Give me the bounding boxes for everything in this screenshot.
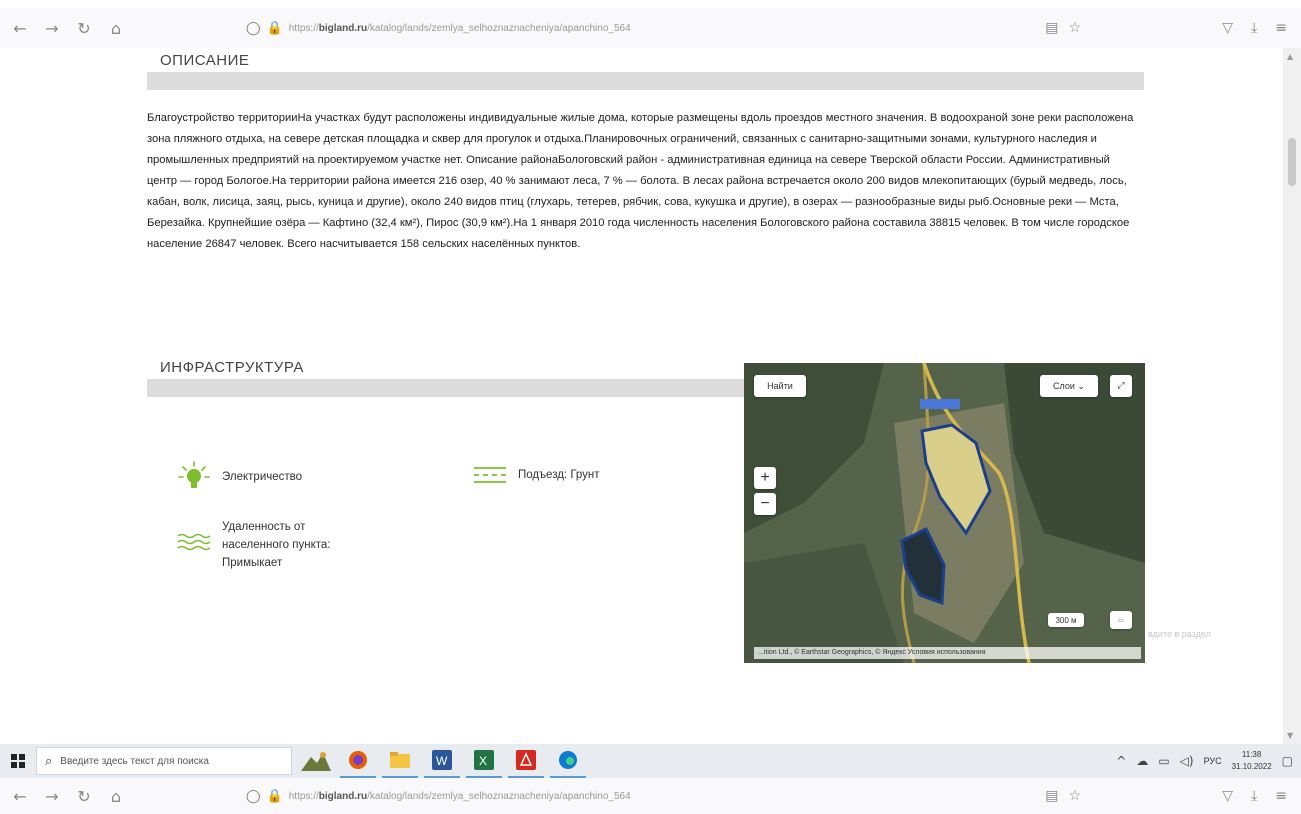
lock-icon: 🔒 — [266, 788, 283, 804]
bookmark-star-icon[interactable]: ☆ — [1068, 20, 1081, 36]
lock-icon: 🔒 — [266, 20, 283, 36]
forward-icon[interactable]: → — [40, 784, 64, 808]
search-icon: ⌕ — [45, 753, 53, 769]
pdf-reader-icon[interactable] — [508, 744, 544, 778]
lightbulb-icon — [176, 460, 212, 494]
reader-view-icon[interactable]: ▤ — [1045, 788, 1058, 804]
infra-distance: Удаленность от населенного пункта: Примы… — [176, 518, 330, 572]
road-icon — [472, 460, 508, 490]
shield-icon: ◯ — [246, 788, 261, 804]
reload-icon[interactable]: ↻ — [72, 784, 96, 808]
windows-taskbar: ⌕ Введите здесь текст для поиска W X ^ ☁… — [0, 744, 1301, 778]
system-tray: ^ ☁ ▭ ◁) РУС 11:38 31.10.2022 ▢ — [1116, 749, 1293, 773]
infra-road: Подъезд: Грунт — [472, 460, 600, 490]
file-explorer-icon[interactable] — [382, 744, 418, 778]
back-icon[interactable]: ← — [8, 16, 32, 40]
scroll-up-icon[interactable]: ▲ — [1287, 52, 1293, 61]
shield-icon: ◯ — [246, 20, 261, 36]
scroll-down-icon[interactable]: ▼ — [1287, 731, 1293, 740]
home-icon[interactable]: ⌂ — [104, 784, 128, 808]
infra-electricity: Электричество — [176, 460, 302, 494]
map-find-button[interactable]: Найти — [754, 375, 806, 397]
clock[interactable]: 11:38 31.10.2022 — [1232, 749, 1272, 773]
bookmark-star-icon[interactable]: ☆ — [1068, 788, 1081, 804]
search-highlight-icon[interactable] — [298, 744, 334, 778]
windows-start-icon[interactable] — [0, 754, 36, 768]
home-icon[interactable]: ⌂ — [104, 16, 128, 40]
edge-icon[interactable] — [550, 744, 586, 778]
reload-icon[interactable]: ↻ — [72, 16, 96, 40]
waves-icon — [176, 518, 212, 552]
chevron-down-icon: ⌄ — [1077, 380, 1085, 391]
browser-toolbar-top: ← → ↻ ⌂ ◯ 🔒 https://bigland.ru/katalog/l… — [0, 8, 1301, 48]
downloads-icon[interactable]: ⤓ — [1251, 20, 1257, 36]
volume-icon[interactable]: ◁) — [1180, 754, 1194, 768]
onedrive-icon[interactable]: ☁ — [1136, 754, 1148, 768]
url-text: https://bigland.ru/katalog/lands/zemlya_… — [288, 790, 631, 802]
reader-view-icon[interactable]: ▤ — [1045, 20, 1058, 36]
pocket-icon[interactable]: ▽ — [1222, 788, 1233, 804]
infrastructure-title: ИНФРАСТРУКТУРА — [160, 359, 304, 376]
chevron-up-icon[interactable]: ^ — [1116, 754, 1126, 768]
distance-label: Удаленность от населенного пункта: Примы… — [222, 521, 331, 569]
browser-toolbar-bottom: ← → ↻ ⌂ ◯ 🔒 https://bigland.ru/katalog/l… — [0, 778, 1301, 814]
extensions-icon[interactable]: ≡ — [1275, 788, 1287, 804]
ghost-text: вдите в раздел — [1148, 629, 1211, 639]
zoom-out-button[interactable]: − — [754, 493, 776, 515]
word-icon[interactable]: W — [424, 744, 460, 778]
pocket-icon[interactable]: ▽ — [1222, 20, 1233, 36]
road-label: Подъезд: Грунт — [518, 469, 600, 481]
map-imagery — [744, 363, 1145, 663]
zoom-in-button[interactable]: + — [754, 467, 776, 489]
map-scale: 300 м — [1048, 613, 1084, 627]
description-title: ОПИСАНИЕ — [160, 52, 250, 69]
forward-icon[interactable]: → — [40, 16, 64, 40]
map-copyright: ...ition Ltd., © Earthstar Geographics, … — [754, 647, 1141, 659]
excel-icon[interactable]: X — [466, 744, 502, 778]
ruler-icon[interactable]: ▭ — [1110, 611, 1132, 629]
network-icon[interactable]: ▭ — [1158, 754, 1169, 768]
back-icon[interactable]: ← — [8, 784, 32, 808]
map-layers-button[interactable]: Слои ⌄ — [1040, 375, 1098, 397]
svg-text:W: W — [436, 754, 448, 768]
satellite-map[interactable]: Найти Слои ⌄ ⤢ + − 300 м ▭ ...ition Ltd.… — [744, 363, 1145, 663]
address-bar[interactable]: ◯ 🔒 https://bigland.ru/katalog/lands/zem… — [246, 14, 1106, 42]
firefox-icon[interactable] — [340, 744, 376, 778]
description-divider — [147, 72, 1144, 90]
scroll-thumb[interactable] — [1288, 138, 1296, 186]
extensions-icon[interactable]: ≡ — [1275, 20, 1287, 36]
notifications-icon[interactable]: ▢ — [1282, 754, 1293, 768]
downloads-icon[interactable]: ⤓ — [1251, 788, 1257, 804]
description-text: Благоустройство территорииНа участках бу… — [147, 112, 1134, 250]
electricity-label: Электричество — [222, 471, 303, 483]
address-bar[interactable]: ◯ 🔒 https://bigland.ru/katalog/lands/zem… — [246, 782, 1106, 810]
svg-text:X: X — [479, 754, 487, 768]
url-text: https://bigland.ru/katalog/lands/zemlya_… — [288, 22, 631, 34]
fullscreen-icon[interactable]: ⤢ — [1110, 375, 1132, 397]
taskbar-search-input[interactable]: ⌕ Введите здесь текст для поиска — [36, 747, 292, 775]
page-scrollbar[interactable]: ▲ ▼ — [1283, 48, 1301, 744]
language-indicator[interactable]: РУС — [1204, 756, 1222, 766]
